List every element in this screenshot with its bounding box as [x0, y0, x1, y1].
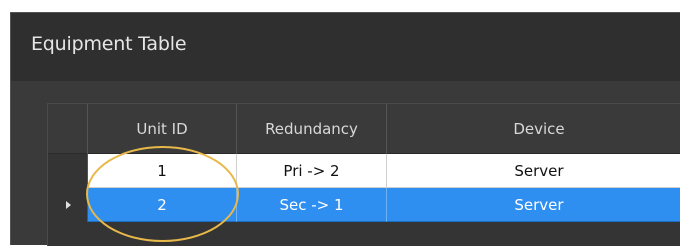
cell-redundancy[interactable]: Sec -> 1 [237, 188, 387, 222]
column-header-redundancy[interactable]: Redundancy [237, 104, 387, 154]
row-selector[interactable] [48, 154, 88, 188]
grid-header-row: Unit ID Redundancy Device [48, 104, 680, 154]
table-row[interactable]: 1 Pri -> 2 Server [48, 154, 680, 188]
cell-device[interactable]: Server [387, 154, 680, 188]
row-header-corner [48, 104, 88, 154]
cell-device[interactable]: Server [387, 188, 680, 222]
triangle-right-icon [66, 201, 71, 209]
cell-redundancy[interactable]: Pri -> 2 [237, 154, 387, 188]
cell-unit-id[interactable]: 1 [88, 154, 237, 188]
row-selector[interactable] [48, 188, 88, 222]
column-header-device[interactable]: Device [387, 104, 680, 154]
panel-header: Equipment Table [11, 13, 680, 81]
cell-unit-id[interactable]: 2 [88, 188, 237, 222]
equipment-grid[interactable]: Unit ID Redundancy Device 1 Pri -> 2 Ser… [47, 103, 680, 246]
equipment-panel: Equipment Table Unit ID Redundancy Devic… [10, 12, 680, 246]
table-row-selected[interactable]: 2 Sec -> 1 Server [48, 188, 680, 222]
panel-title: Equipment Table [31, 33, 187, 55]
column-header-unit-id[interactable]: Unit ID [88, 104, 237, 154]
